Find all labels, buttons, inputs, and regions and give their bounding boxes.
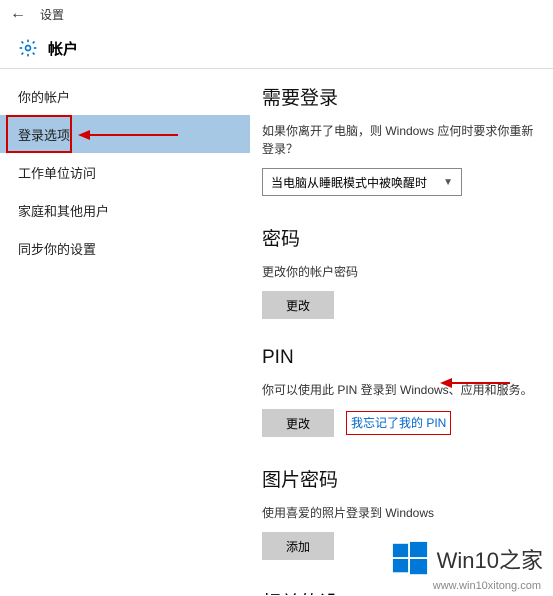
password-desc: 更改你的帐户密码 xyxy=(262,263,541,281)
sidebar-item-your-account[interactable]: 你的帐户 xyxy=(0,77,250,115)
picture-desc: 使用喜爱的照片登录到 Windows xyxy=(262,504,541,522)
back-arrow-icon[interactable]: ← xyxy=(10,5,26,23)
require-signin-dropdown[interactable]: 当电脑从睡眠模式中被唤醒时 ▼ xyxy=(262,168,462,196)
sidebar-item-work-access[interactable]: 工作单位访问 xyxy=(0,153,250,191)
sidebar-item-label: 家庭和其他用户 xyxy=(18,201,109,220)
section-title-password: 密码 xyxy=(262,224,541,251)
sidebar-item-signin-options[interactable]: 登录选项 xyxy=(0,115,250,153)
dropdown-value: 当电脑从睡眠模式中被唤醒时 xyxy=(271,174,427,191)
pin-change-button[interactable]: 更改 xyxy=(262,409,334,437)
windows-logo-icon xyxy=(391,540,429,578)
section-password: 密码 更改你的帐户密码 更改 xyxy=(262,224,541,319)
main-content: 需要登录 如果你离开了电脑，则 Windows 应何时要求你重新登录？ 当电脑从… xyxy=(250,69,553,595)
annotation-box-pin: 我忘记了我的 PIN xyxy=(346,411,451,435)
require-signin-desc: 如果你离开了电脑，则 Windows 应何时要求你重新登录？ xyxy=(262,122,541,158)
section-pin: PIN 你可以使用此 PIN 登录到 Windows、应用和服务。 更改 我忘记… xyxy=(262,347,541,437)
picture-add-button[interactable]: 添加 xyxy=(262,532,334,560)
sidebar-item-label: 同步你的设置 xyxy=(18,239,96,258)
section-require-signin: 需要登录 如果你离开了电脑，则 Windows 应何时要求你重新登录？ 当电脑从… xyxy=(262,83,541,196)
sidebar-item-label: 工作单位访问 xyxy=(18,163,96,182)
sidebar-item-sync-settings[interactable]: 同步你的设置 xyxy=(0,229,250,267)
pin-forgot-link[interactable]: 我忘记了我的 PIN xyxy=(351,416,446,430)
app-name: 设置 xyxy=(40,6,64,23)
section-title-pin: PIN xyxy=(262,347,541,369)
watermark-url: www.win10xitong.com xyxy=(433,580,541,592)
sidebar: 你的帐户 登录选项 工作单位访问 家庭和其他用户 同步你的设置 xyxy=(0,69,250,595)
section-title-picture: 图片密码 xyxy=(262,465,541,492)
sidebar-item-label: 你的帐户 xyxy=(18,87,70,106)
password-change-button[interactable]: 更改 xyxy=(262,291,334,319)
pin-desc: 你可以使用此 PIN 登录到 Windows、应用和服务。 xyxy=(262,381,541,399)
sidebar-item-family-users[interactable]: 家庭和其他用户 xyxy=(0,191,250,229)
watermark: Win10之家 xyxy=(391,540,543,578)
page-header: 帐户 xyxy=(0,28,553,68)
gear-icon xyxy=(18,38,38,58)
section-title-require-signin: 需要登录 xyxy=(262,83,541,110)
watermark-text: Win10之家 xyxy=(437,543,543,575)
window-titlebar: ← 设置 xyxy=(0,0,553,28)
sidebar-item-label: 登录选项 xyxy=(18,125,70,144)
page-title: 帐户 xyxy=(48,38,78,59)
chevron-down-icon: ▼ xyxy=(443,177,453,188)
